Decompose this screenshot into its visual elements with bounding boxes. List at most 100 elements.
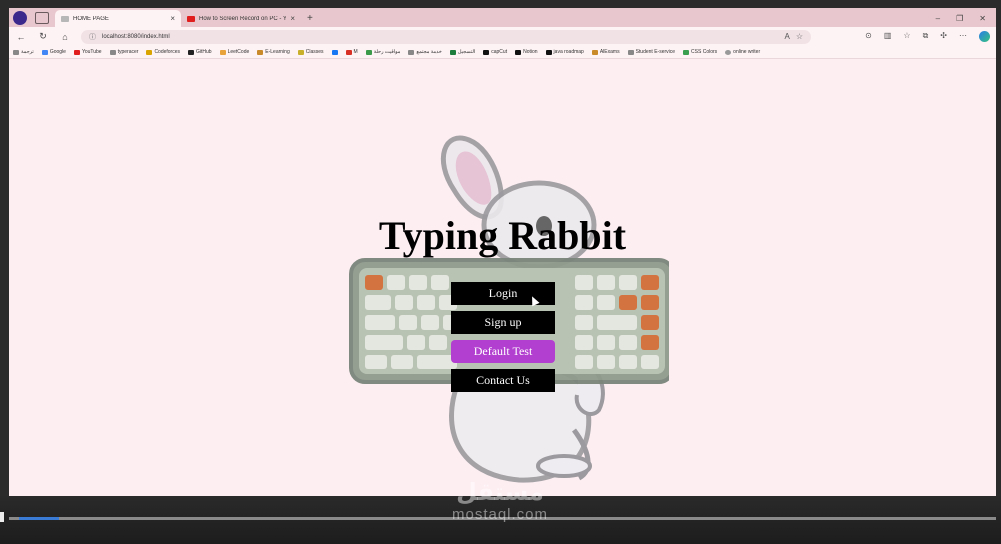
minimize-icon[interactable]: –: [936, 14, 940, 23]
roadmap-icon: [545, 49, 552, 55]
bookmark-item[interactable]: Student E-service: [627, 49, 676, 55]
facebook-icon: [331, 49, 338, 55]
leetcode-icon: [219, 49, 226, 55]
capcut-icon: [483, 49, 490, 55]
bookmark-item[interactable]: خدمة مجتمع: [408, 49, 442, 55]
copilot-icon[interactable]: [979, 31, 990, 42]
site-info-icon[interactable]: ⓘ: [89, 32, 96, 42]
bookmark-item[interactable]: Notion: [515, 49, 538, 55]
watermark-arabic: مستقل: [456, 478, 544, 506]
bookmark-item[interactable]: typeracer: [109, 49, 139, 55]
shield-icon: [449, 49, 456, 55]
page-content: Typing Rabbit Login Sign up Default Test…: [9, 60, 996, 496]
bookmark-icon: [13, 49, 19, 55]
extensions-icon[interactable]: ✣: [940, 31, 947, 42]
contact-us-button[interactable]: Contact Us: [451, 369, 555, 392]
watermark-latin: mostaql.com: [451, 506, 549, 523]
more-menu-icon[interactable]: ⋯: [959, 31, 967, 42]
bookmark-item[interactable]: Classes: [297, 49, 324, 55]
reload-icon[interactable]: ↻: [37, 31, 49, 42]
progress-fill: [19, 517, 59, 520]
youtube-icon: [73, 49, 80, 55]
bookmark-label: Student E-service: [635, 49, 676, 55]
typeracer-icon: [109, 49, 116, 55]
main-menu: Login Sign up Default Test Contact Us: [451, 282, 555, 392]
play-position-icon[interactable]: [0, 512, 4, 522]
gmail-icon: [345, 49, 352, 55]
bookmark-label: ترجمة: [21, 49, 34, 55]
bookmark-item[interactable]: YouTube: [73, 49, 102, 55]
address-bar-row: ← ↻ ⌂ ⓘ localhost:8080/index.html A ☆ ⊙ …: [9, 27, 996, 46]
back-icon[interactable]: ←: [15, 32, 27, 42]
bookmark-label: YouTube: [81, 49, 102, 55]
google-icon: [41, 49, 48, 55]
login-button[interactable]: Login: [451, 282, 555, 305]
bookmark-item[interactable]: CSS Colors: [683, 49, 717, 55]
css-icon: [683, 49, 690, 55]
maximize-icon[interactable]: ❐: [956, 14, 963, 23]
home-icon[interactable]: ⌂: [59, 32, 71, 42]
bookmark-label: مواقيت رحلة: [373, 49, 401, 55]
bookmark-item[interactable]: Google: [41, 49, 66, 55]
close-tab-icon[interactable]: ×: [170, 14, 175, 23]
bookmark-item[interactable]: LeetCode: [219, 49, 250, 55]
bookmark-label: typeracer: [117, 49, 139, 55]
url-text[interactable]: localhost:8080/index.html: [102, 34, 778, 40]
browser-window: HOME PAGE × How to Screen Record on PC -…: [9, 8, 996, 496]
favorite-star-icon[interactable]: ☆: [796, 32, 803, 41]
bookmark-item[interactable]: capCut: [483, 49, 507, 55]
page-icon: [408, 49, 415, 55]
bookmark-item[interactable]: online writer: [725, 49, 760, 55]
bookmark-label: خدمة مجتمع: [416, 49, 442, 55]
bookmark-item[interactable]: AlExams: [591, 49, 620, 55]
tab-strip: HOME PAGE × How to Screen Record on PC -…: [9, 8, 996, 27]
bookmark-label: CSS Colors: [691, 49, 718, 55]
split-screen-icon[interactable]: ▥: [884, 31, 892, 42]
bookmark-item[interactable]: E-Learning: [257, 49, 290, 55]
bookmark-label: M: [353, 49, 358, 55]
bookmark-item[interactable]: Codeforces: [146, 49, 180, 55]
bookmark-label: LeetCode: [227, 49, 250, 55]
page-icon: [627, 49, 634, 55]
bookmark-item[interactable]: [331, 49, 338, 55]
window-controls: – ❐ ✕: [936, 14, 996, 27]
profile-icon[interactable]: [13, 11, 27, 25]
default-test-button[interactable]: Default Test: [451, 340, 555, 363]
bookmark-label: java roadmap: [553, 49, 584, 55]
address-bar[interactable]: ⓘ localhost:8080/index.html A ☆: [81, 29, 811, 44]
github-icon: [188, 49, 195, 55]
collections-icon[interactable]: ⧉: [923, 31, 929, 42]
favorites-icon[interactable]: ☆: [903, 31, 910, 42]
folder-icon: [257, 49, 264, 55]
bookmarks-bar: ترجمة Google YouTube typeracer Codeforce…: [9, 46, 996, 59]
toolbar-icons: ⊙ ▥ ☆ ⧉ ✣ ⋯: [865, 31, 990, 42]
read-aloud-icon[interactable]: A: [784, 32, 789, 41]
close-tab-icon[interactable]: ×: [290, 14, 295, 23]
bookmark-label: capCut: [491, 49, 508, 55]
bookmark-item[interactable]: ترجمة: [13, 49, 34, 55]
bookmark-icon: [365, 49, 372, 55]
workspaces-icon[interactable]: [35, 12, 49, 24]
notion-icon: [515, 49, 522, 55]
tab-youtube-video[interactable]: How to Screen Record on PC - Y ×: [181, 10, 301, 27]
extension-icon[interactable]: ⊙: [865, 31, 872, 42]
bookmark-label: online writer: [733, 49, 761, 55]
tab-home-page[interactable]: HOME PAGE ×: [55, 10, 181, 27]
youtube-favicon-icon: [187, 15, 195, 22]
bookmark-label: Notion: [523, 49, 538, 55]
bookmark-label: Google: [49, 49, 66, 55]
watermark: مستقل mostaql.com: [430, 478, 570, 523]
folder-icon: [591, 49, 598, 55]
bookmark-item[interactable]: التسجيل: [449, 49, 475, 55]
bookmark-label: Codeforces: [154, 49, 181, 55]
bookmark-label: E-Learning: [265, 49, 290, 55]
bookmark-item[interactable]: M: [345, 49, 358, 55]
signup-button[interactable]: Sign up: [451, 311, 555, 334]
bookmark-item[interactable]: java roadmap: [545, 49, 584, 55]
bookmark-item[interactable]: مواقيت رحلة: [365, 49, 401, 55]
close-window-icon[interactable]: ✕: [979, 14, 986, 23]
bookmark-item[interactable]: GitHub: [188, 49, 212, 55]
tab-title: How to Screen Record on PC - Y: [199, 15, 287, 22]
tab-title: HOME PAGE: [73, 15, 109, 22]
new-tab-icon[interactable]: +: [307, 13, 313, 24]
